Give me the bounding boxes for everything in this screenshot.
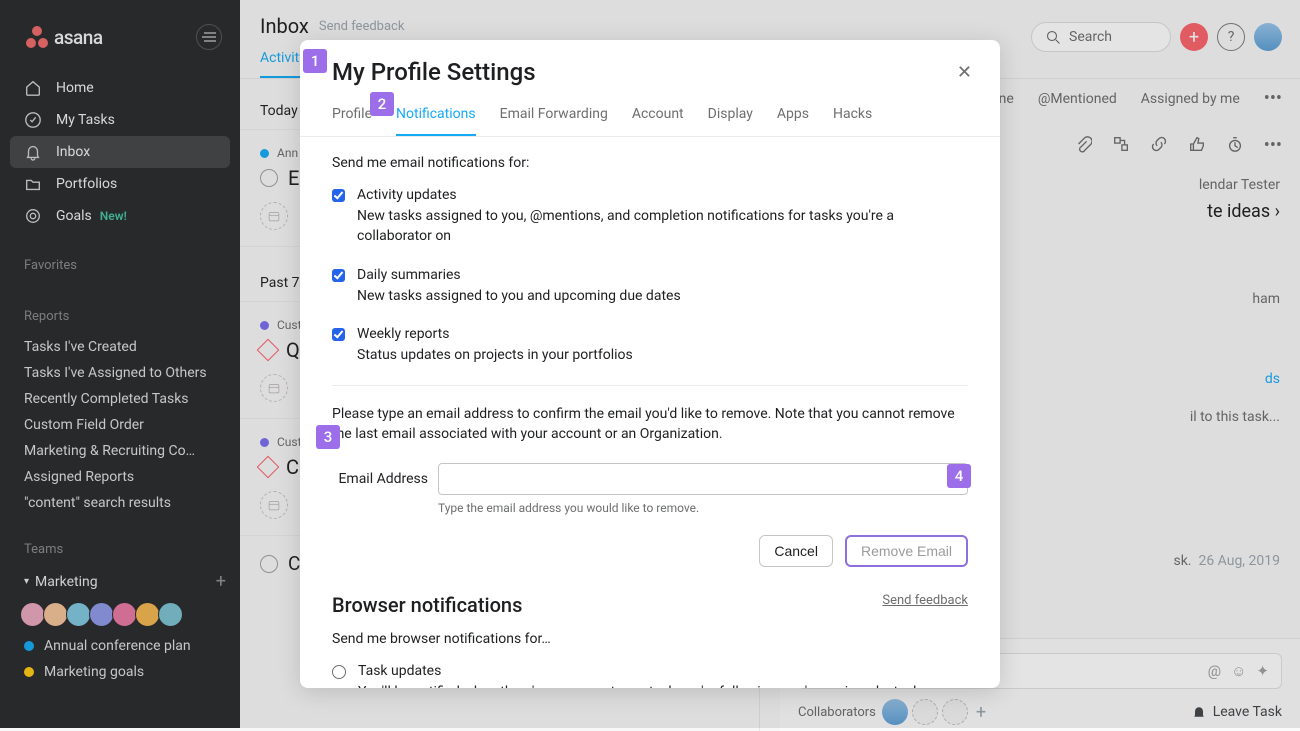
- radio-desc: You'll be notified when there's a commen…: [358, 682, 968, 688]
- checkbox-desc: New tasks assigned to you, @mentions, an…: [357, 206, 968, 247]
- tab-hacks[interactable]: Hacks: [833, 100, 872, 136]
- checkbox-desc: New tasks assigned to you and upcoming d…: [357, 286, 681, 306]
- annotation-badge: 2: [370, 92, 394, 116]
- checkbox-checked-icon[interactable]: [332, 189, 345, 202]
- modal-tabs: Profile Notifications Email Forwarding A…: [300, 100, 1000, 137]
- browser-notifications-heading: Browser notifications: [332, 593, 968, 617]
- tab-profile[interactable]: Profile: [332, 100, 372, 136]
- annotation-badge: 4: [947, 464, 971, 488]
- send-feedback-link[interactable]: Send feedback: [882, 593, 968, 608]
- checkbox-checked-icon[interactable]: [332, 269, 345, 282]
- tab-apps[interactable]: Apps: [777, 100, 809, 136]
- section-heading: Send me browser notifications for…: [332, 631, 968, 647]
- field-label: Email Address: [332, 463, 428, 487]
- checkbox-checked-icon[interactable]: [332, 328, 345, 341]
- email-field-row: Email Address Type the email address you…: [332, 463, 968, 515]
- remove-email-info: Please type an email address to confirm …: [332, 404, 968, 445]
- modal-body: Send me email notifications for: Activit…: [300, 137, 1000, 688]
- modal-title: My Profile Settings: [332, 58, 536, 86]
- radio-row-task-updates[interactable]: Task updates You'll be notified when the…: [332, 663, 968, 688]
- close-icon[interactable]: ✕: [957, 62, 972, 83]
- checkbox-row-weekly[interactable]: Weekly reports Status updates on project…: [332, 326, 968, 365]
- tab-account[interactable]: Account: [632, 100, 684, 136]
- email-input[interactable]: [438, 463, 968, 495]
- checkbox-desc: Status updates on projects in your portf…: [357, 345, 633, 365]
- tab-display[interactable]: Display: [708, 100, 753, 136]
- checkbox-title: Activity updates: [357, 187, 968, 203]
- tab-email-forwarding[interactable]: Email Forwarding: [500, 100, 608, 136]
- checkbox-row-daily[interactable]: Daily summaries New tasks assigned to yo…: [332, 267, 968, 306]
- tab-notifications[interactable]: Notifications: [396, 100, 476, 136]
- cancel-button[interactable]: Cancel: [759, 535, 833, 567]
- annotation-badge: 3: [316, 425, 340, 449]
- remove-email-button[interactable]: Remove Email: [845, 535, 968, 567]
- profile-settings-modal: My Profile Settings ✕ Profile Notificati…: [300, 40, 1000, 688]
- checkbox-title: Weekly reports: [357, 326, 633, 342]
- checkbox-row-activity[interactable]: Activity updates New tasks assigned to y…: [332, 187, 968, 247]
- annotation-badge: 1: [303, 49, 327, 73]
- section-heading: Send me email notifications for:: [332, 155, 968, 171]
- checkbox-title: Daily summaries: [357, 267, 681, 283]
- field-help: Type the email address you would like to…: [438, 501, 968, 515]
- radio-unchecked-icon[interactable]: [332, 665, 346, 679]
- radio-title: Task updates: [358, 663, 968, 679]
